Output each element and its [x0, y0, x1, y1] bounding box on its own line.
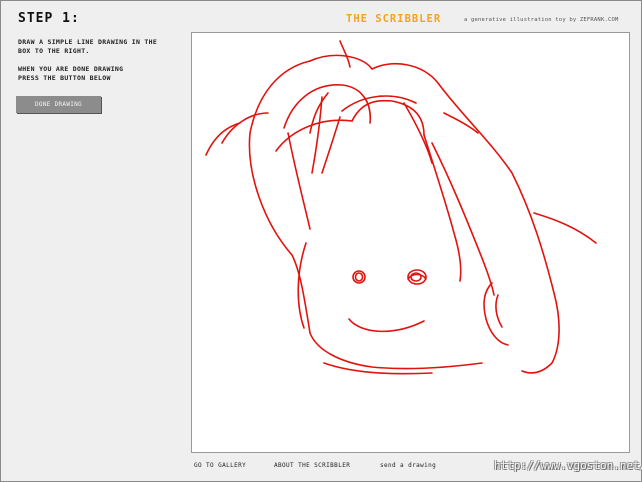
- finish-instructions: WHEN YOU ARE DONE DRAWING PRESS THE BUTT…: [18, 65, 168, 83]
- done-drawing-button[interactable]: DONE DRAWING: [16, 96, 101, 113]
- stroke-strand: [403, 102, 433, 164]
- instruction-line: BOX TO THE RIGHT.: [18, 47, 90, 55]
- stroke-strand: [339, 40, 351, 68]
- stroke-strand: [431, 142, 495, 296]
- app-brand: THE SCRIBBLER: [346, 13, 442, 25]
- stroke-ear-inner: [495, 294, 503, 328]
- step-title: STEP 1:: [18, 11, 80, 26]
- stroke-strand: [321, 116, 341, 174]
- stroke-hair-arc-b: [275, 119, 353, 152]
- about-scribbler-link[interactable]: ABOUT THE SCRIBBLER: [274, 462, 350, 469]
- send-drawing-link[interactable]: send a drawing: [380, 462, 436, 469]
- drawing-canvas[interactable]: [191, 32, 630, 453]
- stroke-outline-right: [309, 54, 560, 374]
- instruction-line: WHEN YOU ARE DONE DRAWING: [18, 65, 124, 73]
- drawing-instructions: DRAW A SIMPLE LINE DRAWING IN THE BOX TO…: [18, 38, 168, 56]
- instruction-line: PRESS THE BUTTON BELOW: [18, 74, 111, 82]
- app-tagline: a generative illustration toy by ZEFRANK…: [464, 17, 619, 23]
- instruction-line: DRAW A SIMPLE LINE DRAWING IN THE: [18, 38, 158, 46]
- drawing-strokes: [205, 40, 597, 375]
- watermark: http://www.vgoston.net/: [494, 459, 642, 472]
- stroke-strand: [205, 122, 241, 156]
- stroke-strand: [311, 96, 323, 174]
- stroke-strand: [533, 212, 597, 244]
- stroke-eye-left-inner: [354, 272, 364, 282]
- stroke-outline-left: [248, 60, 483, 370]
- go-to-gallery-link[interactable]: GO TO GALLERY: [194, 462, 246, 469]
- stroke-strand: [443, 112, 479, 134]
- stroke-strand: [287, 132, 311, 230]
- stroke-mouth: [348, 318, 425, 333]
